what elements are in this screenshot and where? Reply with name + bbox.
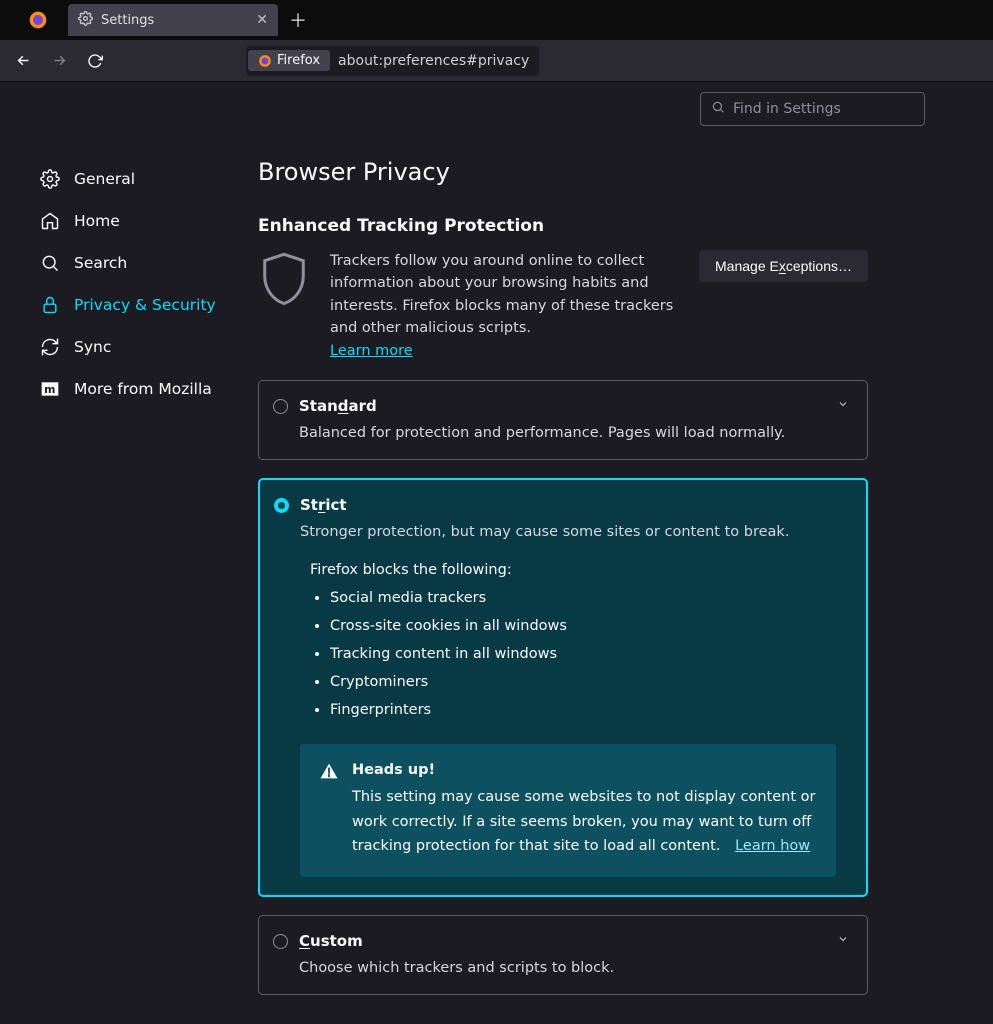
sidebar-item-label: Home [74, 212, 120, 230]
shield-icon [258, 250, 310, 314]
url-text: about:preferences#privacy [330, 53, 537, 69]
sidebar-item-label: More from Mozilla [74, 380, 212, 398]
blocks-intro: Firefox blocks the following: [278, 562, 848, 578]
settings-sidebar: General Home Search Privacy & Security S… [0, 82, 238, 1024]
settings-content: Browser Privacy Enhanced Tracking Protec… [238, 82, 938, 1024]
warning-icon [318, 760, 340, 786]
sidebar-item-label: General [74, 170, 135, 188]
url-bar[interactable]: Firefox about:preferences#privacy [246, 46, 539, 76]
find-in-settings[interactable]: Find in Settings [700, 92, 925, 126]
new-tab-button[interactable]: ＋ [284, 6, 312, 34]
search-icon [711, 100, 725, 118]
svg-text:m: m [44, 383, 55, 396]
close-icon[interactable]: ✕ [256, 12, 268, 28]
sidebar-item-general[interactable]: General [36, 158, 238, 200]
sidebar-item-sync[interactable]: Sync [36, 326, 238, 368]
reload-button[interactable] [80, 46, 110, 76]
sidebar-item-home[interactable]: Home [36, 200, 238, 242]
nav-toolbar: Firefox about:preferences#privacy [0, 40, 993, 82]
card-description: Balanced for protection and performance.… [277, 425, 849, 441]
search-placeholder: Find in Settings [733, 101, 841, 117]
protection-card-standard[interactable]: Standard Balanced for protection and per… [258, 380, 868, 460]
etp-description: Trackers follow you around online to col… [330, 253, 673, 336]
sidebar-item-privacy[interactable]: Privacy & Security [36, 284, 238, 326]
list-item: Fingerprinters [330, 702, 848, 718]
identity-pill[interactable]: Firefox [248, 50, 330, 71]
tab-strip: Settings ✕ ＋ [0, 0, 993, 40]
list-item: Cross-site cookies in all windows [330, 618, 848, 634]
sidebar-item-label: Sync [74, 338, 111, 356]
section-heading: Enhanced Tracking Protection [258, 216, 868, 236]
radio-icon[interactable] [273, 934, 288, 949]
blocks-list: Social media trackers Cross-site cookies… [278, 590, 848, 718]
card-title: Custom [299, 932, 363, 950]
card-title: Strict [300, 496, 347, 514]
list-item: Social media trackers [330, 590, 848, 606]
card-description: Choose which trackers and scripts to blo… [277, 960, 849, 976]
card-description: Stronger protection, but may cause some … [278, 524, 848, 540]
firefox-logo-icon [8, 10, 68, 30]
forward-button[interactable] [44, 46, 74, 76]
page-title: Browser Privacy [258, 158, 868, 186]
chevron-down-icon[interactable] [837, 398, 849, 414]
protection-card-strict[interactable]: Strict Stronger protection, but may caus… [258, 478, 868, 897]
list-item: Cryptominers [330, 674, 848, 690]
heads-up-callout: Heads up! This setting may cause some we… [300, 744, 836, 877]
card-title: Standard [299, 397, 377, 415]
sidebar-item-label: Privacy & Security [74, 296, 216, 314]
manage-exceptions-button[interactable]: Manage Exceptions… [699, 250, 868, 282]
identity-label: Firefox [277, 53, 320, 68]
tab-settings[interactable]: Settings ✕ [68, 4, 278, 36]
headsup-title: Heads up! [352, 758, 818, 783]
list-item: Tracking content in all windows [330, 646, 848, 662]
gear-icon [78, 11, 93, 30]
sidebar-item-search[interactable]: Search [36, 242, 238, 284]
back-button[interactable] [8, 46, 38, 76]
sidebar-item-more-from-mozilla[interactable]: m More from Mozilla [36, 368, 238, 410]
tab-title: Settings [101, 13, 154, 28]
chevron-down-icon[interactable] [837, 933, 849, 949]
sidebar-item-label: Search [74, 254, 127, 272]
learn-how-link[interactable]: Learn how [735, 838, 810, 854]
learn-more-link[interactable]: Learn more [330, 343, 413, 359]
protection-card-custom[interactable]: Custom Choose which trackers and scripts… [258, 915, 868, 995]
